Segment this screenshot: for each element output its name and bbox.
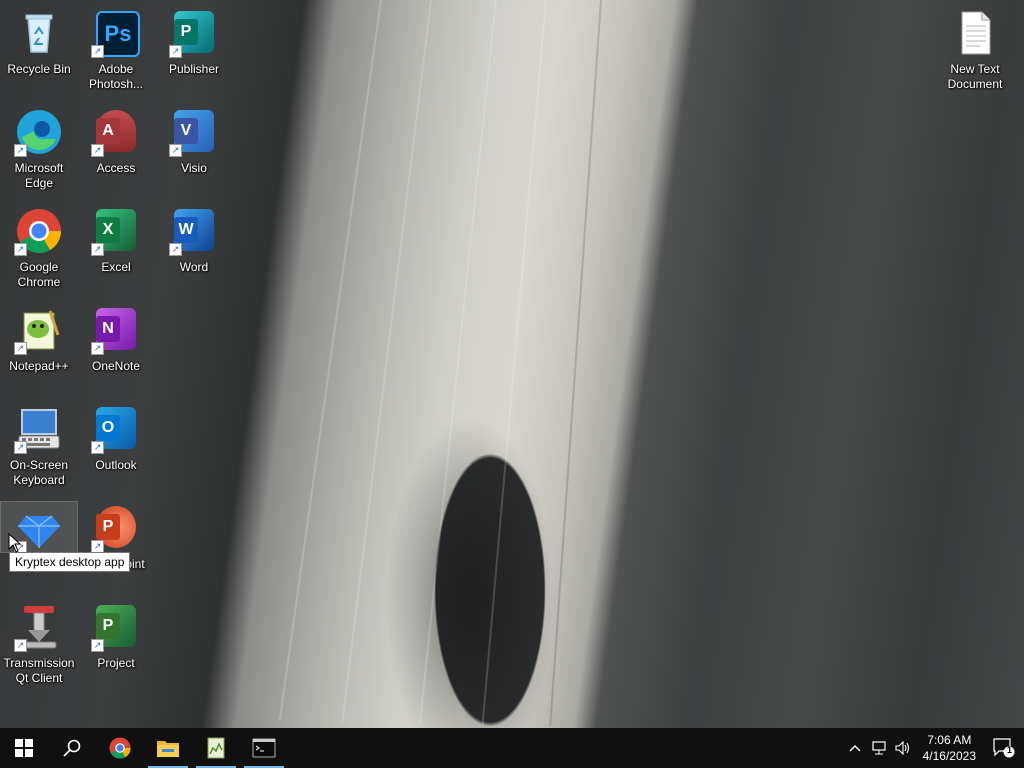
desktop-icon-transmission-qt[interactable]: ↗ Transmission Qt Client	[1, 596, 77, 686]
desktop-icon-publisher[interactable]: P ↗ Publisher	[156, 2, 232, 77]
desktop-icon-project[interactable]: P ↗ Project	[78, 596, 154, 671]
photoshop-icon: Ps ↗	[91, 8, 141, 58]
desktop-icon-adobe-photoshop[interactable]: Ps ↗ Adobe Photosh...	[78, 2, 154, 92]
desktop-icon-label: Google Chrome	[17, 260, 61, 289]
desktop-icon-onenote[interactable]: N ↗ OneNote	[78, 299, 154, 374]
access-icon: A ↗	[91, 107, 141, 157]
desktop-icon-word[interactable]: W ↗ Word	[156, 200, 232, 275]
clock-time: 7:06 AM	[927, 733, 972, 747]
desktop-icon-label: OneNote	[91, 359, 141, 373]
desktop-icon-visio[interactable]: V ↗ Visio	[156, 101, 232, 176]
notification-count-badge: 1	[1006, 745, 1012, 755]
project-icon: P ↗	[91, 602, 141, 652]
desktop-icon-outlook[interactable]: O ↗ Outlook	[78, 398, 154, 473]
mouse-cursor-icon	[8, 533, 22, 553]
file-explorer-icon	[157, 741, 179, 757]
taskbar-file-explorer[interactable]	[144, 728, 192, 768]
kryptex-tooltip: Kryptex desktop app	[9, 552, 131, 572]
visio-icon: V ↗	[169, 107, 219, 157]
desktop-icon-google-chrome[interactable]: ↗ Google Chrome	[1, 200, 77, 290]
show-hidden-icons-chevron-icon[interactable]	[843, 728, 867, 768]
command-prompt-icon	[252, 738, 276, 758]
search-icon	[63, 739, 81, 757]
excel-icon: X ↗	[91, 206, 141, 256]
desktop-icon-label: Excel	[101, 260, 131, 274]
desktop-icon-notepad-plus-plus[interactable]: ↗ Notepad++	[1, 299, 77, 374]
desktop-icon-label: Recycle Bin	[7, 62, 71, 76]
volume-icon[interactable]	[891, 728, 915, 768]
desktop-icon-excel[interactable]: X ↗ Excel	[78, 200, 154, 275]
taskbar-clock[interactable]: 7:06 AM 4/16/2023	[915, 732, 984, 764]
on-screen-keyboard-icon: ↗	[14, 404, 64, 454]
desktop-icon-label: Transmission Qt Client	[3, 656, 75, 685]
desktop-icon-label: Adobe Photosh...	[88, 62, 144, 91]
word-icon: W ↗	[169, 206, 219, 256]
network-icon[interactable]	[867, 728, 891, 768]
desktop-icon-label: Outlook	[95, 458, 137, 472]
desktop-icon-label: Publisher	[168, 62, 220, 76]
desktop-icon-new-text-document[interactable]: New Text Document	[937, 2, 1013, 92]
desktop-icon-recycle-bin[interactable]: Recycle Bin	[1, 2, 77, 77]
taskbar-kryptex[interactable]	[192, 728, 240, 768]
search-button[interactable]	[48, 728, 96, 768]
publisher-icon: P ↗	[169, 8, 219, 58]
transmission-icon: ↗	[14, 602, 64, 652]
start-button[interactable]	[0, 728, 48, 768]
desktop-icon-microsoft-edge[interactable]: ↗ Microsoft Edge	[1, 101, 77, 191]
outlook-icon: O ↗	[91, 404, 141, 454]
desktop-icon-label: Visio	[181, 161, 207, 175]
desktop-icon-label: Microsoft Edge	[14, 161, 64, 190]
taskbar: 7:06 AM 4/16/2023 1	[0, 728, 1024, 768]
notepad-plus-plus-icon: ↗	[14, 305, 64, 355]
chrome-icon	[109, 737, 131, 759]
desktop-icon-label: Word	[179, 260, 209, 274]
desktop-icon-label: On-Screen Keyboard	[9, 458, 69, 487]
desktop-icon-label: Project	[97, 656, 135, 670]
desktop-icon-label: Access	[96, 161, 136, 175]
desktop-icon-access[interactable]: A ↗ Access	[78, 101, 154, 176]
powerpoint-icon: P ↗	[91, 503, 141, 553]
desktop-icon-label: Notepad++	[9, 359, 69, 373]
start-icon	[15, 739, 33, 757]
system-tray: 7:06 AM 4/16/2023 1	[843, 728, 1024, 768]
recycle-bin-icon	[14, 8, 64, 58]
text-document-icon	[950, 8, 1000, 58]
clock-date: 4/16/2023	[922, 749, 976, 763]
taskbar-chrome[interactable]	[96, 728, 144, 768]
onenote-icon: N ↗	[91, 305, 141, 355]
kryptex-app-icon	[207, 737, 225, 759]
desktop-icon-label: New Text Document	[947, 62, 1003, 91]
desktop-icon-on-screen-keyboard[interactable]: ↗ On-Screen Keyboard	[1, 398, 77, 488]
taskbar-command-prompt[interactable]	[240, 728, 288, 768]
chrome-icon: ↗	[14, 206, 64, 256]
action-center-button[interactable]: 1	[984, 728, 1024, 768]
edge-icon: ↗	[14, 107, 64, 157]
